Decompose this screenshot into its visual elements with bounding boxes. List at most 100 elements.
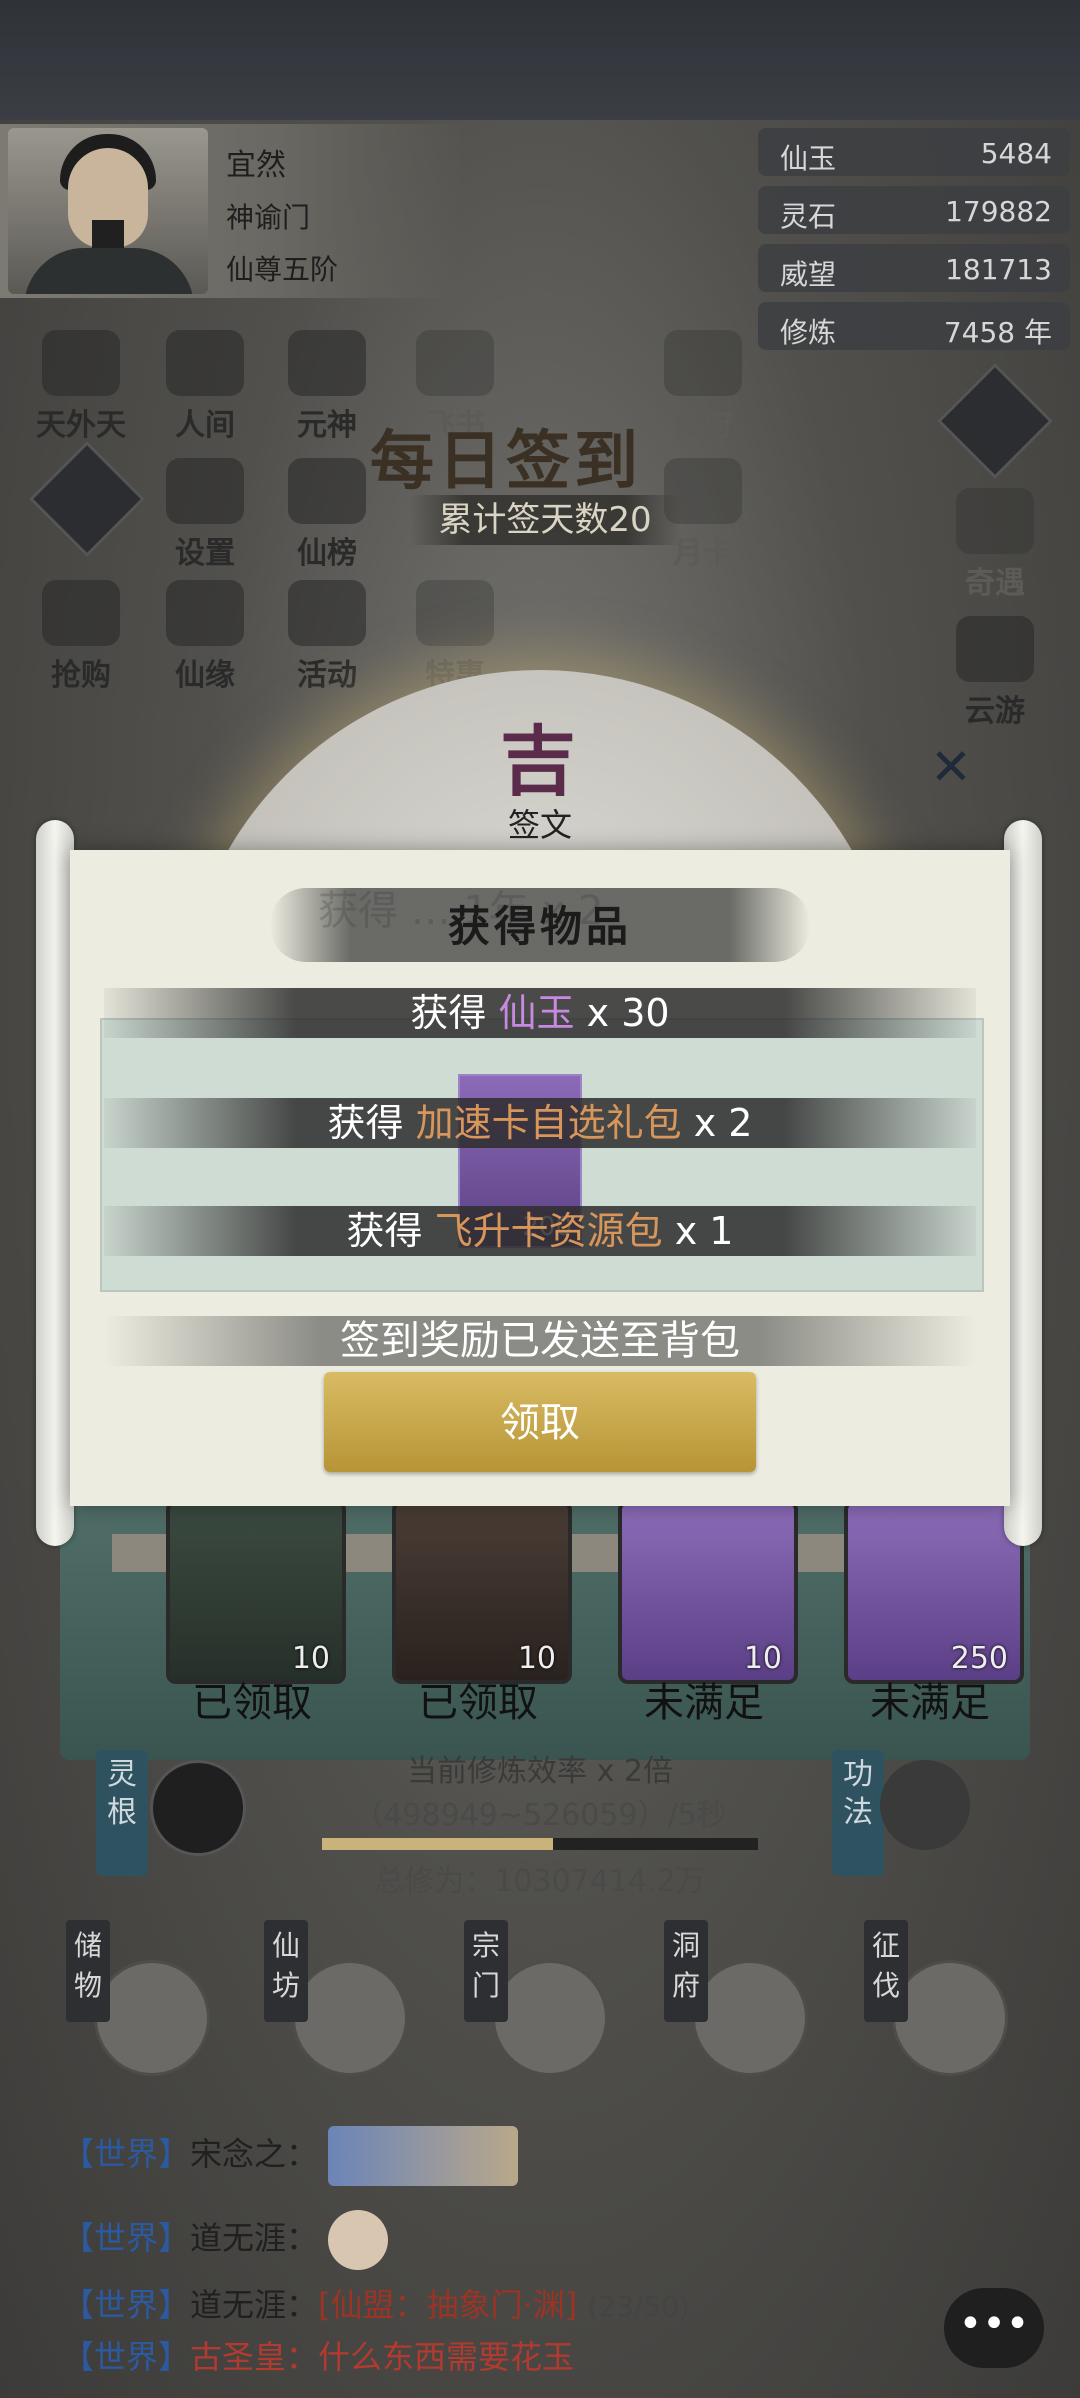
chat-channel: 【世界】	[62, 2286, 191, 2324]
menu-yunyou[interactable]: 云游	[940, 616, 1050, 736]
stat-label: 修炼	[780, 316, 837, 349]
chat-sticker	[328, 2126, 519, 2186]
stat-value: 181713	[945, 253, 1052, 286]
reward-status: 已领取	[192, 1680, 312, 1726]
stat-label: 灵石	[780, 200, 837, 233]
move-cross-icon[interactable]	[29, 441, 145, 557]
chat-name: 道无涯：	[190, 2219, 319, 2257]
sect-gate-icon	[492, 1960, 608, 2076]
chat-line[interactable]: 【世界】古圣皇：什么东西需要花玉	[62, 2332, 574, 2378]
letter-icon	[416, 330, 494, 396]
dialog-title: 获得物品	[447, 902, 632, 951]
menu-xianyuan[interactable]: 仙缘	[150, 580, 260, 700]
chat-name: 道无涯：	[190, 2286, 319, 2324]
player-name: 宜然	[226, 148, 286, 183]
side-tag-linggen[interactable]: 灵根	[96, 1750, 148, 1876]
chat-channel: 【世界】	[62, 2135, 191, 2173]
menu-label: 云游	[965, 694, 1025, 729]
reward-status: 未满足	[644, 1680, 764, 1726]
meditating-figure-icon[interactable]	[880, 1760, 970, 1850]
player-sect: 神谕门	[226, 201, 311, 234]
chat-line[interactable]: 【世界】道无涯：[仙盟：抽象门·渊] (23/50)	[62, 2280, 690, 2326]
pavilion-icon	[664, 330, 742, 396]
cultivation-progress-fill	[322, 1838, 553, 1850]
pavilion-icon	[692, 1960, 808, 2076]
reward-row-2: 获得 加速卡自选礼包 x 2	[104, 1098, 976, 1148]
chat-name: 古圣皇：	[190, 2338, 319, 2376]
fortune-character: 吉	[500, 717, 576, 806]
menu-label: 设置	[175, 536, 235, 571]
collapse-chevron-icon[interactable]	[937, 363, 1053, 479]
gear-icon	[166, 458, 244, 524]
ranking-icon	[288, 458, 366, 524]
chat-line[interactable]: 【世界】宋念之：	[62, 2126, 519, 2186]
reward-item-name: 仙玉	[498, 991, 575, 1035]
nav-label: 洞府	[664, 1920, 708, 2022]
sent-message: 签到奖励已发送至背包	[340, 1318, 740, 1364]
menu-qianggou[interactable]: 抢购	[26, 580, 136, 700]
menu-xianbang[interactable]: 仙榜	[272, 458, 382, 578]
nav-xianfang[interactable]: 仙坊	[264, 1920, 408, 2076]
nav-chuwu[interactable]: 储物	[66, 1920, 210, 2076]
page-title: 每日签到	[370, 425, 642, 499]
chat-line[interactable]: 【世界】道无涯：	[62, 2210, 389, 2270]
reward-qty: x 1	[674, 1209, 734, 1253]
stat-xiulian[interactable]: 修炼 7458 年	[758, 302, 1070, 350]
reward-prefix: 获得	[327, 1101, 404, 1145]
fortune-label: 签文	[507, 806, 572, 844]
nav-label: 宗门	[464, 1920, 508, 2022]
gift-icon	[416, 580, 494, 646]
nav-dongfu[interactable]: 洞府	[664, 1920, 808, 2076]
reward-row-1: 获得 仙玉 x 30	[104, 988, 976, 1038]
nav-zhengfa[interactable]: 征伐	[864, 1920, 1008, 2076]
reward-card-4[interactable]: 250	[844, 1500, 1024, 1684]
status-bar	[0, 0, 1080, 120]
chat-channel: 【世界】	[62, 2338, 191, 2376]
menu-xianfu[interactable]: 仙府	[648, 330, 758, 450]
chat-count: (23/50)	[587, 2290, 690, 2323]
crane-icon	[956, 488, 1034, 554]
yin-yang-icon[interactable]	[150, 1760, 246, 1856]
avatar[interactable]	[8, 128, 208, 294]
menu-huodong[interactable]: 活动	[272, 580, 382, 700]
chat-name: 宋念之：	[190, 2135, 319, 2173]
menu-yuanshen[interactable]: 元神	[272, 330, 382, 450]
menu-label: 元神	[297, 408, 357, 443]
stat-weiwang[interactable]: 威望 181713	[758, 244, 1070, 292]
yuanshen-icon	[288, 330, 366, 396]
reward-card-2[interactable]: 10	[392, 1500, 572, 1684]
nav-label: 征伐	[864, 1920, 908, 2022]
reward-status: 未满足	[870, 1680, 990, 1726]
menu-qiyu[interactable]: 奇遇	[940, 488, 1050, 608]
reward-qty: x 2	[693, 1101, 753, 1145]
treasure-chest-icon	[42, 580, 120, 646]
menu-label: 天外天	[36, 408, 126, 443]
bag-icon	[94, 1960, 210, 2076]
nav-label: 仙坊	[264, 1920, 308, 2022]
tianwaitian-icon	[42, 330, 120, 396]
menu-label: 仙缘	[175, 658, 235, 693]
dragon-icon	[956, 616, 1034, 682]
stat-value: 179882	[945, 195, 1052, 228]
menu-settings[interactable]: 设置	[150, 458, 260, 578]
reward-card-1[interactable]: 10	[166, 1500, 346, 1684]
chat-emoji	[328, 2210, 389, 2270]
claim-button[interactable]: 领取	[324, 1372, 756, 1472]
chat-channel: 【世界】	[62, 2219, 191, 2257]
menu-label: 仙榜	[297, 536, 357, 571]
reward-card-3[interactable]: 10	[618, 1500, 798, 1684]
menu-tianwaitian[interactable]: 天外天	[26, 330, 136, 450]
renjian-icon	[166, 330, 244, 396]
menu-renjian[interactable]: 人间	[150, 330, 260, 450]
close-x-icon[interactable]: ✕	[930, 738, 972, 796]
side-tag-gongfa[interactable]: 功法	[832, 1750, 884, 1876]
chat-bubble-icon[interactable]: •••	[944, 2288, 1044, 2368]
chat-message: 什么东西需要花玉	[318, 2338, 575, 2376]
reward-prefix: 获得	[410, 991, 487, 1035]
stat-xianyu[interactable]: 仙玉 5484	[758, 128, 1070, 176]
stat-lingshi[interactable]: 灵石 179882	[758, 186, 1070, 234]
menu-label: 奇遇	[965, 566, 1025, 601]
cloud-shop-icon	[292, 1960, 408, 2076]
nav-zongmen[interactable]: 宗门	[464, 1920, 608, 2076]
nav-label: 储物	[66, 1920, 110, 2022]
